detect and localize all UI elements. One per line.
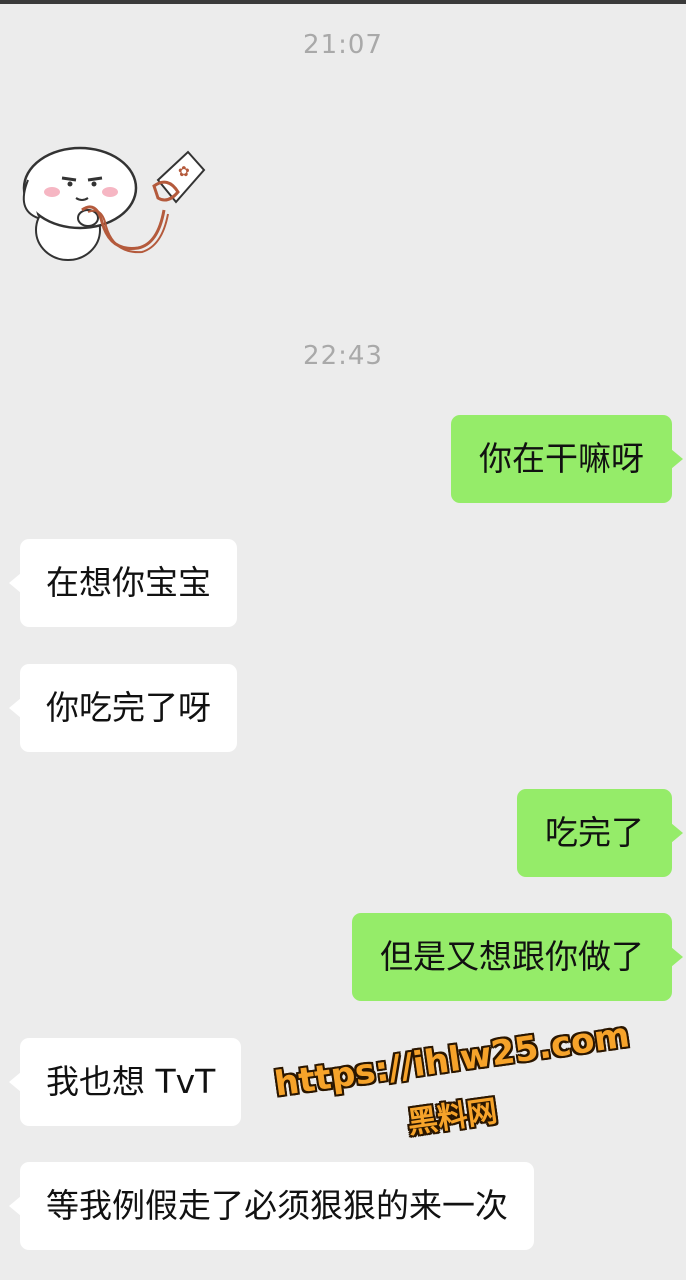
timestamp: 22:43	[303, 341, 383, 371]
chat-view: 21:07 ✿ 22:43 你在干嘛呀 在想你宝宝 你吃完了呀 吃完了 但是又想…	[0, 0, 686, 1280]
message-bubble-outgoing[interactable]: 但是又想跟你做了	[352, 913, 683, 1001]
svg-text:✿: ✿	[178, 164, 190, 180]
timestamp: 21:07	[303, 30, 383, 60]
message-bubble-incoming[interactable]: 等我例假走了必须狠狠的来一次	[9, 1162, 534, 1250]
top-edge-bar	[0, 0, 686, 4]
message-bubble-incoming[interactable]: 在想你宝宝	[9, 539, 237, 627]
message-bubble-incoming[interactable]: 我也想 TvT	[8, 1038, 242, 1126]
bunny-sticker-icon[interactable]: ✿	[18, 140, 218, 270]
watermark: https://ihlw25.com 黑料网	[262, 1015, 642, 1141]
message-bubble-outgoing[interactable]: 你在干嘛呀	[451, 415, 683, 503]
message-bubble-incoming[interactable]: 你吃完了呀	[9, 664, 237, 752]
message-bubble-outgoing[interactable]: 吃完了	[517, 789, 683, 877]
